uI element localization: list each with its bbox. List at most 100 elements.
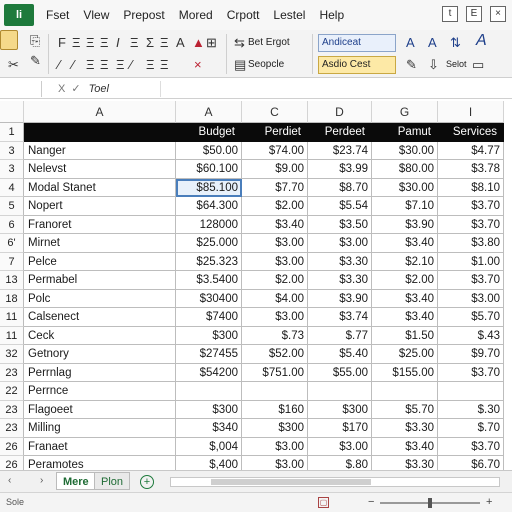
- value-cell[interactable]: $751.00: [242, 363, 308, 382]
- format-tool-icon[interactable]: Ξ: [160, 58, 168, 72]
- format-tool-icon[interactable]: Ξ: [100, 58, 108, 72]
- value-cell[interactable]: $74.00: [242, 141, 308, 160]
- value-cell[interactable]: $8.10: [438, 178, 504, 197]
- row-header[interactable]: 6': [0, 234, 24, 253]
- value-cell[interactable]: $170: [308, 419, 372, 438]
- sheet-tab-active[interactable]: Mere: [56, 472, 96, 490]
- select-all-corner[interactable]: [0, 101, 24, 123]
- value-cell[interactable]: $27455: [176, 345, 242, 364]
- value-cell[interactable]: $3.70: [438, 215, 504, 234]
- label-cell[interactable]: Calsenect: [24, 308, 176, 327]
- align-tool-icon[interactable]: Ξ: [100, 36, 108, 50]
- label-cell[interactable]: Nopert: [24, 197, 176, 216]
- style-top-label[interactable]: Bet Ergot: [248, 37, 290, 48]
- value-cell[interactable]: $3.70: [438, 271, 504, 290]
- label-cell[interactable]: Perrnce: [24, 382, 176, 401]
- delete-cells-icon[interactable]: A: [428, 36, 437, 50]
- formula-label[interactable]: Toel: [89, 83, 109, 95]
- value-cell[interactable]: $8.70: [308, 178, 372, 197]
- value-cell[interactable]: $3.30: [372, 419, 438, 438]
- value-cell[interactable]: $9.00: [242, 160, 308, 179]
- italic-icon[interactable]: I: [116, 36, 120, 50]
- value-cell[interactable]: $4.00: [242, 289, 308, 308]
- cut-icon[interactable]: ✂: [8, 58, 19, 72]
- label-cell[interactable]: Nelevst: [24, 160, 176, 179]
- value-cell[interactable]: $3.40: [372, 437, 438, 456]
- sum-icon[interactable]: Σ: [146, 36, 154, 50]
- column-title-cell[interactable]: Perdiet: [242, 123, 308, 142]
- value-cell[interactable]: $64.300: [176, 197, 242, 216]
- value-cell[interactable]: $9.70: [438, 345, 504, 364]
- value-cell[interactable]: $3.78: [438, 160, 504, 179]
- label-cell[interactable]: Franoret: [24, 215, 176, 234]
- format-tool-icon[interactable]: Ξ: [146, 58, 154, 72]
- value-cell[interactable]: $3.00: [308, 234, 372, 253]
- align-tool-icon[interactable]: Ξ: [86, 36, 94, 50]
- column-title-cell[interactable]: [24, 123, 176, 142]
- sort-icon[interactable]: ⇅: [450, 36, 461, 50]
- value-cell[interactable]: $5.54: [308, 197, 372, 216]
- value-cell[interactable]: [176, 382, 242, 401]
- column-header[interactable]: A: [176, 101, 242, 123]
- value-cell[interactable]: $25.323: [176, 252, 242, 271]
- label-cell[interactable]: Milling: [24, 419, 176, 438]
- label-cell[interactable]: Flagoeet: [24, 400, 176, 419]
- fill-icon[interactable]: ⇩: [428, 58, 439, 72]
- number-format-icon[interactable]: ▤: [234, 58, 246, 72]
- close-button[interactable]: ×: [490, 6, 506, 22]
- value-cell[interactable]: $30.00: [372, 178, 438, 197]
- cancel-entry-icon[interactable]: X: [58, 83, 65, 95]
- value-cell[interactable]: $3.00: [242, 437, 308, 456]
- value-cell[interactable]: $2.00: [242, 197, 308, 216]
- label-cell[interactable]: Perrnlag: [24, 363, 176, 382]
- align-tool-icon[interactable]: Ξ: [72, 36, 80, 50]
- value-cell[interactable]: $1.50: [372, 326, 438, 345]
- menu-mored[interactable]: Mored: [179, 8, 213, 22]
- value-cell[interactable]: $7.10: [372, 197, 438, 216]
- app-badge[interactable]: li: [4, 4, 34, 26]
- column-header[interactable]: C: [242, 101, 308, 123]
- value-cell[interactable]: $85.100: [176, 178, 242, 197]
- name-box[interactable]: [4, 80, 42, 97]
- value-cell[interactable]: $.70: [438, 419, 504, 438]
- value-cell[interactable]: $5.70: [438, 308, 504, 327]
- clipboard-icon[interactable]: ⎘: [30, 34, 40, 48]
- font-color-icon[interactable]: A: [176, 36, 185, 50]
- format-cells-icon[interactable]: ✎: [406, 58, 417, 72]
- value-cell[interactable]: $7400: [176, 308, 242, 327]
- wrap-text-icon[interactable]: ⇆: [234, 36, 245, 50]
- row-header[interactable]: 11: [0, 308, 24, 327]
- fill-color-icon[interactable]: ▲: [192, 36, 205, 50]
- value-cell[interactable]: $55.00: [308, 363, 372, 382]
- value-cell[interactable]: $3.00: [438, 289, 504, 308]
- value-cell[interactable]: $300: [176, 326, 242, 345]
- row-header[interactable]: 13: [0, 271, 24, 290]
- value-cell[interactable]: $3.70: [438, 363, 504, 382]
- row-header[interactable]: 23: [0, 400, 24, 419]
- value-cell[interactable]: $3.40: [242, 215, 308, 234]
- zoom-in-button[interactable]: +: [486, 496, 492, 508]
- column-title-cell[interactable]: Pamut: [372, 123, 438, 142]
- value-cell[interactable]: $3.80: [438, 234, 504, 253]
- page-break-icon[interactable]: ▢: [318, 497, 329, 508]
- formula-input[interactable]: [160, 81, 508, 97]
- label-cell[interactable]: Permabel: [24, 271, 176, 290]
- value-cell[interactable]: $3.90: [372, 215, 438, 234]
- menu-file[interactable]: Fset: [46, 8, 69, 22]
- merge-icon[interactable]: ⊞: [206, 36, 217, 50]
- label-cell[interactable]: Modal Stanet: [24, 178, 176, 197]
- value-cell[interactable]: $3.40: [372, 289, 438, 308]
- menu-crpott[interactable]: Crpott: [227, 8, 260, 22]
- value-cell[interactable]: $3.30: [308, 271, 372, 290]
- value-cell[interactable]: $50.00: [176, 141, 242, 160]
- border-tool-icon[interactable]: Ξ: [130, 36, 138, 50]
- value-cell[interactable]: $160: [242, 400, 308, 419]
- format-painter-icon[interactable]: ✎: [30, 54, 41, 68]
- value-cell[interactable]: $3.30: [308, 252, 372, 271]
- value-cell[interactable]: $3.70: [438, 197, 504, 216]
- label-cell[interactable]: Mirnet: [24, 234, 176, 253]
- column-header[interactable]: G: [372, 101, 438, 123]
- value-cell[interactable]: $3.99: [308, 160, 372, 179]
- label-cell[interactable]: Polc: [24, 289, 176, 308]
- column-title-cell[interactable]: Services: [438, 123, 504, 142]
